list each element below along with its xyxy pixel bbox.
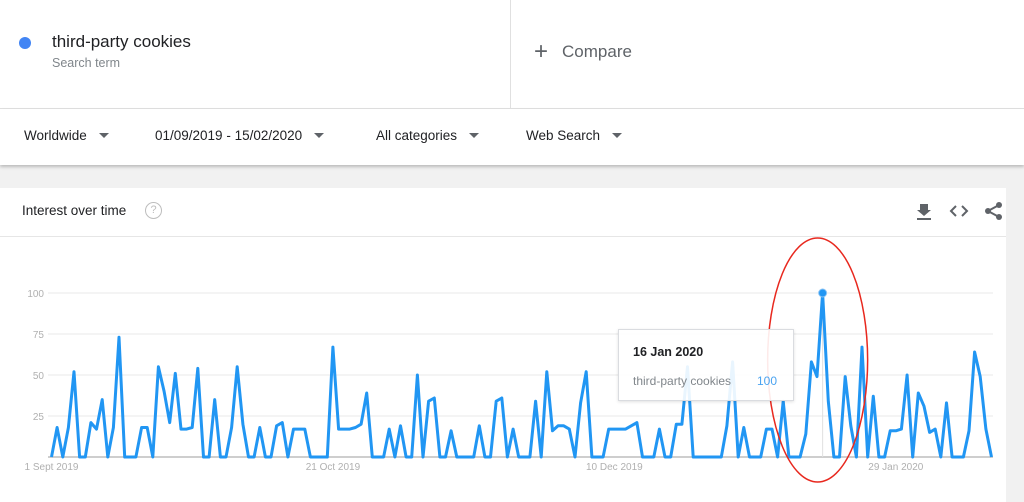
share-icon[interactable] bbox=[984, 201, 1004, 221]
divider bbox=[510, 0, 511, 108]
x-tick-label: 29 Jan 2020 bbox=[868, 462, 923, 473]
filter-location[interactable]: Worldwide bbox=[24, 128, 109, 143]
caret-down-icon bbox=[98, 133, 109, 138]
x-tick-label: 1 Sept 2019 bbox=[25, 462, 79, 473]
search-term-name[interactable]: third-party cookies bbox=[52, 32, 191, 52]
compare-button[interactable]: + Compare bbox=[534, 38, 632, 65]
tooltip-value: 100 bbox=[757, 374, 778, 388]
filter-label: 01/09/2019 - 15/02/2020 bbox=[155, 128, 303, 143]
embed-icon[interactable] bbox=[949, 201, 969, 221]
tooltip-date: 16 Jan 2020 bbox=[633, 345, 704, 359]
filter-date-range[interactable]: 01/09/2019 - 15/02/2020 bbox=[155, 128, 325, 143]
filter-label: Web Search bbox=[526, 128, 601, 143]
filter-bar: Worldwide 01/09/2019 - 15/02/2020 All ca… bbox=[0, 109, 1024, 165]
chart-tooltip: 16 Jan 2020 third-party cookies 100 bbox=[618, 329, 794, 401]
y-tick-label: 50 bbox=[33, 371, 45, 382]
search-term-subtitle: Search term bbox=[52, 56, 121, 70]
filter-label: Worldwide bbox=[24, 128, 87, 143]
caret-down-icon bbox=[612, 133, 623, 138]
interest-chart[interactable]: 100 75 50 25 1 Sept 2019 21 Oct 2019 10 Dec 2… bbox=[0, 237, 1006, 502]
search-term-card bbox=[0, 0, 1024, 109]
y-tick-label: 75 bbox=[33, 330, 45, 341]
filter-label: All categories bbox=[376, 128, 458, 143]
caret-down-icon bbox=[314, 133, 325, 138]
caret-down-icon bbox=[469, 133, 480, 138]
filter-search-type[interactable]: Web Search bbox=[526, 128, 623, 143]
x-tick-label: 21 Oct 2019 bbox=[306, 462, 361, 473]
compare-label: Compare bbox=[562, 42, 632, 61]
tooltip-series-name: third-party cookies bbox=[633, 374, 732, 388]
y-tick-label: 25 bbox=[33, 412, 45, 423]
hover-data-point bbox=[818, 288, 828, 298]
filter-category[interactable]: All categories bbox=[376, 128, 480, 143]
help-icon[interactable]: ? bbox=[145, 202, 162, 219]
download-icon[interactable] bbox=[914, 201, 934, 221]
card-title: Interest over time bbox=[22, 203, 127, 218]
y-tick-label: 100 bbox=[27, 289, 44, 300]
plus-icon: + bbox=[534, 38, 549, 65]
series-color-dot-icon bbox=[19, 37, 31, 49]
x-tick-label: 10 Dec 2019 bbox=[586, 462, 643, 473]
